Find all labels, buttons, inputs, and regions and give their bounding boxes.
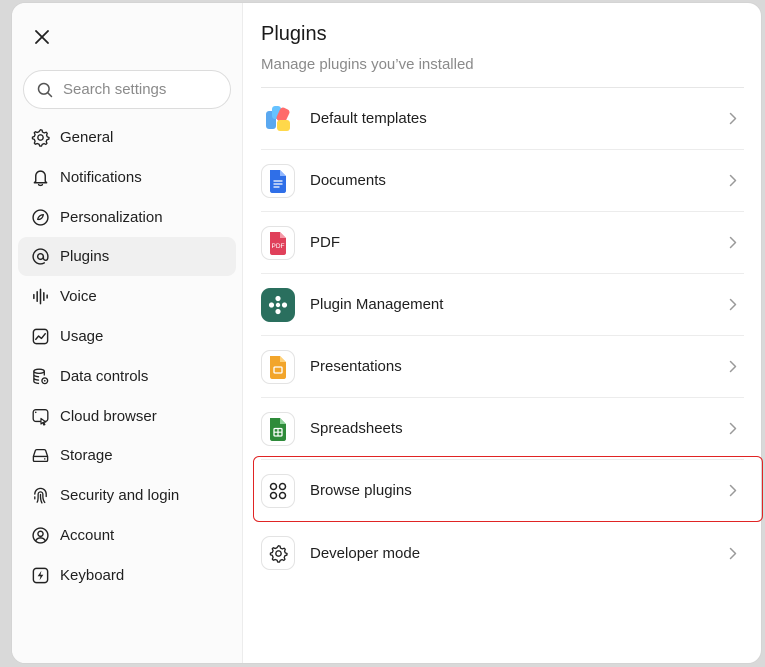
plugin-label: PDF xyxy=(310,234,340,251)
user-circle-icon xyxy=(30,525,50,545)
nav-label-security-and-login: Security and login xyxy=(60,487,180,505)
chevron-right-icon xyxy=(726,360,740,374)
nav-item-voice[interactable]: Voice xyxy=(18,277,236,316)
pdf-icon-text: PDF xyxy=(272,243,285,250)
close-icon xyxy=(35,30,49,44)
nav-label-usage: Usage xyxy=(60,327,104,345)
plugins-list: Default templates Documents PDF PDF Plug… xyxy=(261,87,744,584)
chevron-right-icon xyxy=(726,112,740,126)
search-input[interactable] xyxy=(63,81,213,98)
nav-item-account[interactable]: Account xyxy=(18,516,236,555)
nav-item-personalization[interactable]: Personalization xyxy=(18,198,236,237)
nav-label-cloud-browser: Cloud browser xyxy=(60,407,157,425)
nav-label-voice: Voice xyxy=(60,288,97,306)
chevron-right-icon xyxy=(726,484,740,498)
gear-icon xyxy=(30,128,50,148)
nav-item-storage[interactable]: Storage xyxy=(18,436,236,475)
plugin-row-pdf[interactable]: PDF PDF xyxy=(261,212,744,274)
plugin-row-developer-mode[interactable]: Developer mode xyxy=(261,522,744,584)
plugin-label: Developer mode xyxy=(310,544,421,562)
nav-item-notifications[interactable]: Notifications xyxy=(18,158,236,197)
bolt-icon xyxy=(30,565,50,585)
nav-label-plugins: Plugins xyxy=(60,248,110,266)
fingerprint-icon xyxy=(30,486,50,506)
at-sign-icon xyxy=(30,247,50,267)
plugin-label: Browse plugins xyxy=(310,482,412,499)
chevron-right-icon xyxy=(726,174,740,188)
nav-label-storage: Storage xyxy=(60,447,113,465)
chevron-right-icon xyxy=(726,298,740,312)
chart-icon xyxy=(30,326,50,346)
nav-item-cloud-browser[interactable]: Cloud browser xyxy=(18,397,236,436)
presentation-icon xyxy=(261,349,295,384)
four-circles-icon xyxy=(261,473,295,508)
plugin-label: Default templates xyxy=(310,110,427,127)
templates-icon xyxy=(261,102,295,136)
settings-nav: General Notifications Personalization Pl… xyxy=(18,118,236,596)
nav-label-notifications: Notifications xyxy=(60,168,142,186)
nav-label-personalization: Personalization xyxy=(60,208,163,226)
nav-label-keyboard: Keyboard xyxy=(60,566,125,584)
plugin-label: Documents xyxy=(310,172,386,189)
settings-dialog: General Notifications Personalization Pl… xyxy=(11,2,762,664)
plugin-row-documents[interactable]: Documents xyxy=(261,150,744,212)
nav-item-security-and-login[interactable]: Security and login xyxy=(18,476,236,515)
nav-item-plugins[interactable]: Plugins xyxy=(18,237,236,277)
plugins-panel: Plugins Manage plugins you’ve installed … xyxy=(261,3,744,663)
plugin-management-icon xyxy=(261,287,295,322)
pdf-icon: PDF xyxy=(261,225,295,260)
plugin-row-spreadsheets[interactable]: Spreadsheets xyxy=(261,398,744,460)
spreadsheet-icon xyxy=(261,411,295,446)
plugin-row-plugin-management[interactable]: Plugin Management xyxy=(261,274,744,336)
waveform-icon xyxy=(30,287,50,307)
bell-icon xyxy=(30,167,50,187)
nav-item-data-controls[interactable]: Data controls xyxy=(18,357,236,396)
search-box[interactable] xyxy=(23,70,231,109)
nav-label-general: General xyxy=(60,129,114,146)
document-icon xyxy=(261,163,295,198)
database-gear-icon xyxy=(30,366,50,386)
plugin-label: Spreadsheets xyxy=(310,420,403,437)
nav-item-general[interactable]: General xyxy=(18,118,236,157)
page-subtitle: Manage plugins you’ve installed xyxy=(261,56,474,73)
plugin-label: Presentations xyxy=(310,358,402,375)
nav-item-usage[interactable]: Usage xyxy=(18,317,236,356)
plugin-row-default-templates[interactable]: Default templates xyxy=(261,88,744,150)
plugin-row-browse-plugins[interactable]: Browse plugins xyxy=(261,460,744,522)
nav-item-keyboard[interactable]: Keyboard xyxy=(18,556,236,595)
close-button[interactable] xyxy=(30,25,54,49)
search-icon xyxy=(37,82,53,97)
gear-icon xyxy=(261,536,295,570)
chevron-right-icon xyxy=(726,236,740,250)
nav-label-data-controls: Data controls xyxy=(60,367,149,385)
hard-drive-icon xyxy=(30,446,50,466)
nav-label-account: Account xyxy=(60,526,115,544)
chevron-right-icon xyxy=(726,422,740,436)
personalization-icon xyxy=(30,207,50,227)
settings-sidebar: General Notifications Personalization Pl… xyxy=(12,3,243,663)
chevron-right-icon xyxy=(726,546,740,560)
page-title: Plugins xyxy=(261,23,327,45)
plugin-row-presentations[interactable]: Presentations xyxy=(261,336,744,398)
plugin-label: Plugin Management xyxy=(310,296,444,313)
cloud-browser-icon xyxy=(30,406,50,426)
